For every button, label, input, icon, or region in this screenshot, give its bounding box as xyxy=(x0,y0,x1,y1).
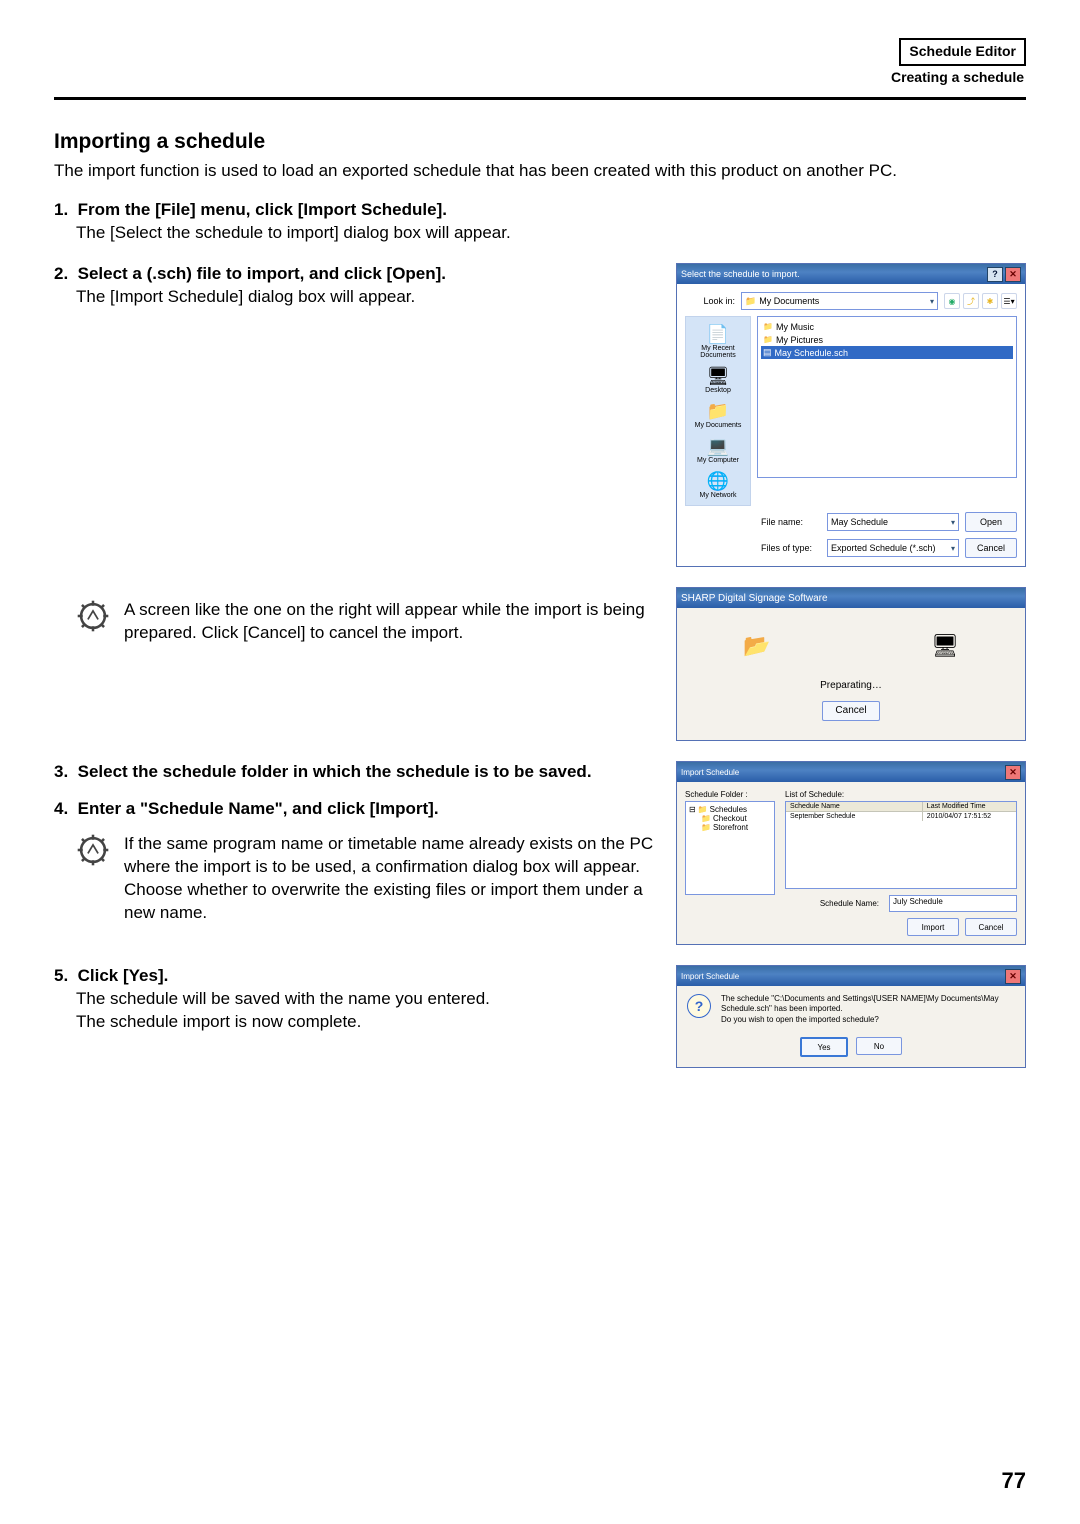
cancel-button[interactable]: Cancel xyxy=(965,538,1017,558)
step4: 4. Enter a "Schedule Name", and click [I… xyxy=(54,798,654,821)
step1: 1. From the [File] menu, click [Import S… xyxy=(54,199,1026,245)
step5-body2: The schedule import is now complete. xyxy=(76,1011,654,1034)
tip2-text: If the same program name or timetable na… xyxy=(124,833,654,925)
tip1-text: A screen like the one on the right will … xyxy=(124,599,654,645)
help-icon[interactable]: ? xyxy=(987,267,1003,282)
open-button[interactable]: Open xyxy=(965,512,1017,532)
lookin-label: Look in: xyxy=(685,296,735,306)
header: Schedule Editor Creating a schedule xyxy=(54,38,1026,87)
filename-label: File name: xyxy=(755,517,821,527)
divider xyxy=(54,97,1026,100)
tip-icon xyxy=(76,833,110,867)
back-icon[interactable]: ◉ xyxy=(944,293,960,309)
header-subtitle: Creating a schedule xyxy=(54,68,1026,88)
file-icon: ▤ xyxy=(763,347,772,358)
folder-icon: 📁 xyxy=(763,335,773,344)
folder-icon: 📁 xyxy=(701,823,711,832)
tip2: If the same program name or timetable na… xyxy=(76,833,654,925)
places-bar: 📄My Recent Documents 🖥Desktop 📁My Docume… xyxy=(685,316,751,506)
file-item-pictures[interactable]: 📁My Pictures xyxy=(761,333,1013,346)
step5-body1: The schedule will be saved with the name… xyxy=(76,988,654,1011)
step3: 3. Select the schedule folder in which t… xyxy=(54,761,654,784)
import-button[interactable]: Import xyxy=(907,918,959,936)
file-list[interactable]: 📁My Music 📁My Pictures ▤May Schedule.sch xyxy=(757,316,1017,478)
col-modified-time[interactable]: Last Modified Time xyxy=(923,802,1016,811)
file-open-dialog-title: Select the schedule to import. xyxy=(681,269,800,279)
place-mycomputer[interactable]: 💻My Computer xyxy=(686,433,750,466)
tip1: A screen like the one on the right will … xyxy=(76,599,654,645)
confirm-dialog: Import Schedule ✕ ? The schedule "C:\Doc… xyxy=(676,965,1026,1068)
file-open-dialog: Select the schedule to import. ? ✕ Look … xyxy=(676,263,1026,567)
cancel-button[interactable]: Cancel xyxy=(965,918,1017,936)
up-one-level-icon[interactable]: ⤴ xyxy=(963,293,979,309)
place-recent[interactable]: 📄My Recent Documents xyxy=(686,321,750,361)
step3-title: Select the schedule folder in which the … xyxy=(78,762,592,781)
filetype-label: Files of type: xyxy=(755,543,821,553)
filetype-field[interactable]: Exported Schedule (*.sch) xyxy=(827,539,959,557)
import-schedule-dialog: Import Schedule ✕ Schedule Folder : ⊟📁Sc… xyxy=(676,761,1026,945)
step1-body: The [Select the schedule to import] dial… xyxy=(76,222,1026,245)
file-item-selected[interactable]: ▤May Schedule.sch xyxy=(761,346,1013,359)
close-icon[interactable]: ✕ xyxy=(1005,765,1021,780)
page-number: 77 xyxy=(1002,1468,1026,1494)
step5: 5. Click [Yes]. The schedule will be sav… xyxy=(54,965,654,1034)
progress-status: Preparating… xyxy=(820,680,882,691)
confirm-msg1: The schedule "C:\Documents and Settings\… xyxy=(721,994,1015,1015)
yes-button[interactable]: Yes xyxy=(800,1037,848,1057)
close-icon[interactable]: ✕ xyxy=(1005,267,1021,282)
section-title: Importing a schedule xyxy=(54,130,1026,154)
progress-cancel-button[interactable]: Cancel xyxy=(822,701,880,721)
folder-icon: 📁 xyxy=(698,805,708,814)
place-desktop[interactable]: 🖥Desktop xyxy=(686,363,750,396)
import-schedule-titlebar: Import Schedule ✕ xyxy=(677,762,1025,782)
place-network[interactable]: 🌐My Network xyxy=(686,468,750,501)
step2-title: Select a (.sch) file to import, and clic… xyxy=(78,264,446,283)
col-schedule-name[interactable]: Schedule Name xyxy=(786,802,923,811)
lookin-combo[interactable]: 📁 My Documents xyxy=(741,292,938,310)
folder-tree-label: Schedule Folder : xyxy=(685,790,775,799)
place-mydocs[interactable]: 📁My Documents xyxy=(686,398,750,431)
step2-body: The [Import Schedule] dialog box will ap… xyxy=(76,286,654,309)
filename-field[interactable]: May Schedule xyxy=(827,513,959,531)
close-icon[interactable]: ✕ xyxy=(1005,969,1021,984)
step4-title: Enter a "Schedule Name", and click [Impo… xyxy=(78,799,439,818)
progress-dialog: SHARP Digital Signage Software 📂 🖥 Prepa… xyxy=(676,587,1026,741)
file-open-dialog-titlebar: Select the schedule to import. ? ✕ xyxy=(677,264,1025,284)
schedule-list-label: List of Schedule: xyxy=(785,790,1017,799)
step1-title: From the [File] menu, click [Import Sche… xyxy=(78,200,447,219)
progress-dialog-title: SHARP Digital Signage Software xyxy=(681,593,828,604)
question-icon: ? xyxy=(687,994,711,1018)
tree-root[interactable]: ⊟📁Schedules xyxy=(689,805,771,814)
new-folder-icon[interactable]: ✱ xyxy=(982,293,998,309)
schedule-row[interactable]: September Schedule 2010/04/07 17:51:52 xyxy=(786,812,1016,821)
step5-title: Click [Yes]. xyxy=(78,966,169,985)
tree-item-checkout[interactable]: 📁Checkout xyxy=(689,814,771,823)
folder-icon: 📁 xyxy=(763,322,773,331)
folder-icon: 📂 xyxy=(741,632,773,660)
step2: 2. Select a (.sch) file to import, and c… xyxy=(54,263,654,309)
folder-tree[interactable]: ⊟📁Schedules 📁Checkout 📁Storefront xyxy=(685,801,775,895)
folder-icon: 📁 xyxy=(745,296,756,307)
header-title-box: Schedule Editor xyxy=(899,38,1026,66)
confirm-dialog-titlebar: Import Schedule ✕ xyxy=(677,966,1025,986)
schedule-list[interactable]: Schedule Name Last Modified Time Septemb… xyxy=(785,801,1017,889)
intro-text: The import function is used to load an e… xyxy=(54,160,1026,183)
tip-icon xyxy=(76,599,110,633)
no-button[interactable]: No xyxy=(856,1037,902,1055)
schedule-name-input[interactable]: July Schedule xyxy=(889,895,1017,912)
file-item-music[interactable]: 📁My Music xyxy=(761,320,1013,333)
display-icon: 🖥 xyxy=(929,632,961,660)
confirm-msg2: Do you wish to open the imported schedul… xyxy=(721,1015,1015,1025)
view-menu-icon[interactable]: ☰▾ xyxy=(1001,293,1017,309)
tree-item-storefront[interactable]: 📁Storefront xyxy=(689,823,771,832)
schedule-name-label: Schedule Name: xyxy=(820,899,879,908)
progress-dialog-titlebar: SHARP Digital Signage Software xyxy=(677,588,1025,608)
folder-icon: 📁 xyxy=(701,814,711,823)
